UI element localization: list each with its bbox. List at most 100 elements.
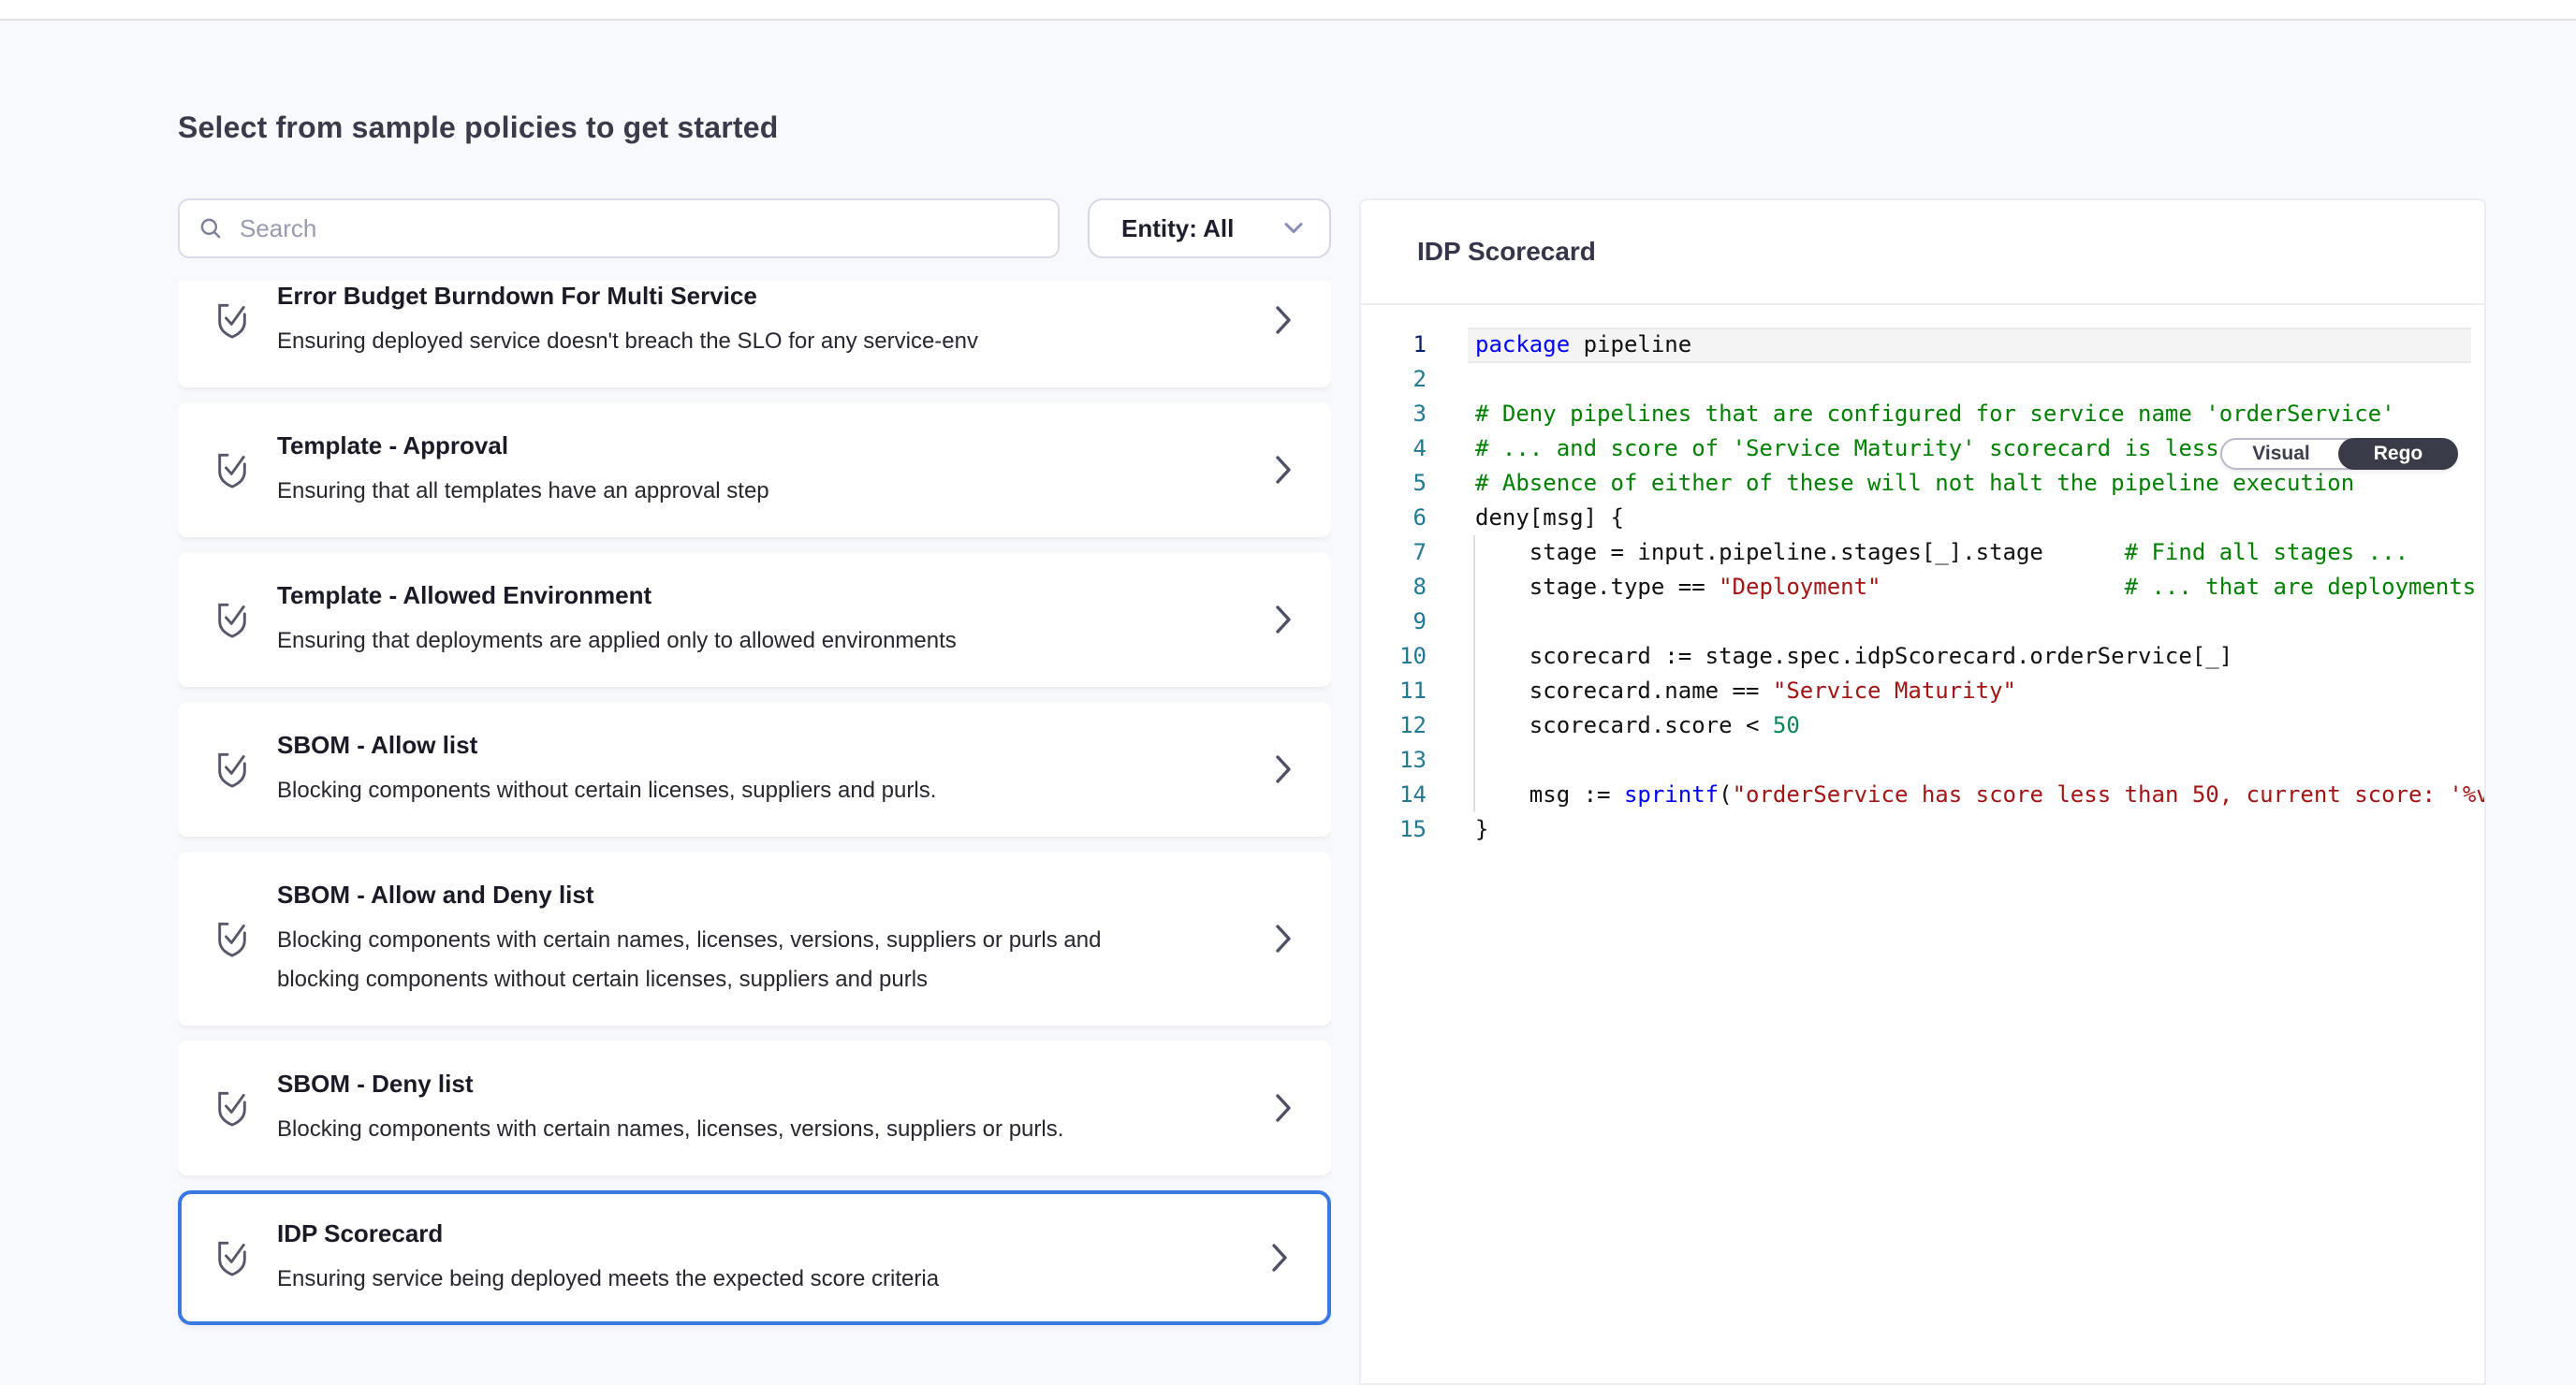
policy-title: SBOM - Allow list [277,730,936,760]
code-line: 5 # Absence of either of these will not h… [1361,466,2484,501]
policy-detail-panel: IDP Scorecard 1 package pipeline 23 # Deny … [1359,198,2486,1385]
line-number: 8 [1361,570,1427,605]
line-number: 12 [1361,708,1427,743]
chevron-right-icon [1275,305,1292,335]
search-icon [198,216,223,241]
search-input[interactable] [240,214,1039,243]
policy-title: SBOM - Allow and Deny list [277,880,1134,910]
policy-card-body: Error Budget Burndown For Multi Service … [277,281,978,361]
policy-description: Ensuring that deployments are applied on… [277,621,957,661]
line-number: 13 [1361,743,1427,778]
policy-card-body: IDP Scorecard Ensuring service being dep… [277,1218,939,1299]
policy-shield-check-icon [215,1239,249,1278]
code-line: 9 [1361,605,2484,639]
rego-toggle-button[interactable]: Rego [2338,438,2458,470]
policy-description: Blocking components with certain names, … [277,1110,1063,1149]
top-bar [0,0,2576,21]
chevron-right-icon [1271,1243,1288,1273]
policy-title: Template - Approval [277,430,769,460]
code-lines: 1 package pipeline 23 # Deny pipelines that… [1361,328,2484,847]
policy-card[interactable]: Template - Allowed Environment Ensuring … [178,552,1331,687]
line-content: scorecard := stage.spec.idpScorecard.ord… [1475,639,2232,674]
line-number: 2 [1361,362,1427,397]
policy-card[interactable]: Template - Approval Ensuring that all te… [178,402,1331,537]
policy-shield-check-icon [215,451,249,490]
line-number: 10 [1361,639,1427,674]
line-number: 5 [1361,466,1427,501]
chevron-right-icon [1275,924,1292,954]
code-line: 12 scorecard.score < 50 [1361,708,2484,743]
line-content: msg := sprintf("orderService has score l… [1475,778,2486,812]
policy-title: Error Budget Burndown For Multi Service [277,281,978,311]
code-line: 7 stage = input.pipeline.stages[_].stage… [1361,535,2484,570]
line-content: scorecard.name == "Service Maturity" [1475,674,2016,708]
policy-card[interactable]: Error Budget Burndown For Multi Service … [178,281,1331,387]
chevron-right-icon [1275,455,1292,485]
policy-title: SBOM - Deny list [277,1069,1063,1099]
policy-description: Ensuring that all templates have an appr… [277,472,769,511]
line-content: stage = input.pipeline.stages[_].stage #… [1475,535,2408,570]
policy-shield-check-icon [215,920,249,959]
chevron-right-icon [1275,754,1292,784]
policy-card-body: SBOM - Allow and Deny list Blocking comp… [277,880,1134,999]
code-line: 6 deny[msg] { [1361,501,2484,535]
line-number: 1 [1361,328,1427,362]
policy-shield-check-icon [215,1089,249,1129]
line-content: package pipeline [1475,328,1691,362]
line-content: scorecard.score < 50 [1475,708,1800,743]
code-line: 13 [1361,743,2484,778]
line-content: } [1475,812,1488,847]
line-number: 4 [1361,431,1427,466]
policy-description: Blocking components with certain names, … [277,921,1134,999]
sample-policies-screen: Select from sample policies to get start… [0,0,2576,1385]
line-number: 3 [1361,397,1427,431]
policy-description: Blocking components without certain lice… [277,771,936,810]
line-number: 14 [1361,778,1427,812]
line-content: deny[msg] { [1475,501,1624,535]
chevron-right-icon [1275,1093,1292,1123]
policy-shield-check-icon [215,601,249,640]
panel-title: IDP Scorecard [1417,237,1596,267]
policy-list: Error Budget Burndown For Multi Service … [178,281,1331,1378]
visual-toggle-button[interactable]: Visual [2222,440,2340,468]
code-line: 2 [1361,362,2484,397]
panel-header: IDP Scorecard [1361,200,2484,305]
code-line: 15} [1361,812,2484,847]
policy-card-body: Template - Allowed Environment Ensuring … [277,580,957,661]
policy-card-body: SBOM - Deny list Blocking components wit… [277,1069,1063,1149]
line-number: 7 [1361,535,1427,570]
line-content: stage.type == "Deployment" # ... that ar… [1475,570,2476,605]
policy-card[interactable]: SBOM - Deny list Blocking components wit… [178,1041,1331,1175]
code-line: 3 # Deny pipelines that are configured fo… [1361,397,2484,431]
policy-card-body: Template - Approval Ensuring that all te… [277,430,769,511]
search-box[interactable] [178,198,1060,258]
line-number: 11 [1361,674,1427,708]
policy-card-body: SBOM - Allow list Blocking components wi… [277,730,936,810]
policy-description: Ensuring deployed service doesn't breach… [277,322,978,361]
code-line: 1 package pipeline [1361,328,2484,362]
line-content: # Absence of either of these will not ha… [1475,466,2354,501]
policy-card[interactable]: SBOM - Allow and Deny list Blocking comp… [178,852,1331,1026]
line-number: 6 [1361,501,1427,535]
page-title: Select from sample policies to get start… [178,110,778,145]
policy-title: Template - Allowed Environment [277,580,957,610]
line-content: # ... and score of 'Service Maturity' sc… [1475,431,2341,466]
code-line: 10 scorecard := stage.spec.idpScorecard.… [1361,639,2484,674]
policy-shield-check-icon [215,751,249,790]
line-number: 15 [1361,812,1427,847]
visual-rego-toggle: Visual Rego [2220,438,2458,470]
chevron-right-icon [1275,605,1292,634]
policy-card[interactable]: IDP Scorecard Ensuring service being dep… [178,1190,1331,1325]
code-line: 14 msg := sprintf("orderService has scor… [1361,778,2484,812]
chevron-down-icon [1282,221,1305,236]
line-number: 9 [1361,605,1427,639]
entity-filter-dropdown[interactable]: Entity: All [1088,198,1331,258]
rego-code-editor[interactable]: 1 package pipeline 23 # Deny pipelines that… [1361,305,2484,1385]
entity-filter-label: Entity: All [1121,214,1234,243]
policy-shield-check-icon [215,301,249,341]
code-line: 11 scorecard.name == "Service Maturity" [1361,674,2484,708]
policy-card[interactable]: SBOM - Allow list Blocking components wi… [178,702,1331,837]
line-content: # Deny pipelines that are configured for… [1475,397,2395,431]
policy-title: IDP Scorecard [277,1218,939,1248]
policy-description: Ensuring service being deployed meets th… [277,1260,939,1299]
